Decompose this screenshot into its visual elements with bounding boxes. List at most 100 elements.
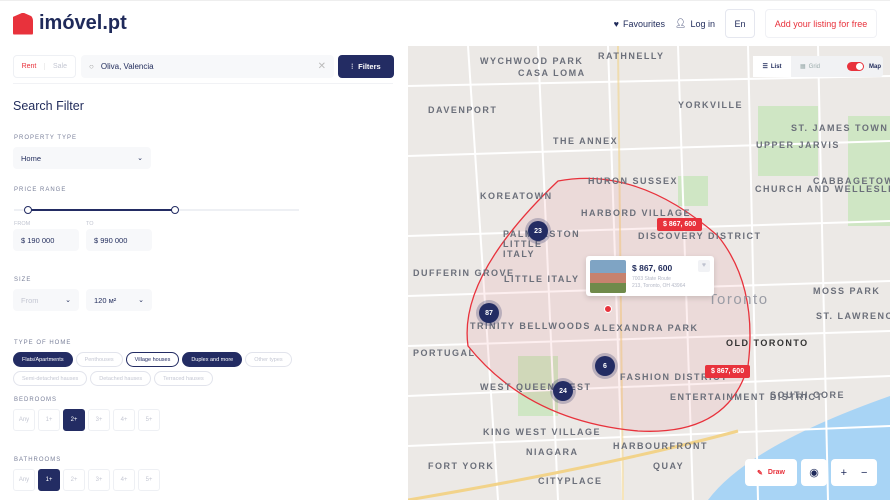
map-label: HARBOURFRONT xyxy=(613,441,708,451)
from-label: FROM xyxy=(14,221,31,227)
map-label: HURON SUSSEX xyxy=(588,176,679,186)
price-slider[interactable] xyxy=(14,206,299,214)
bedrooms-5[interactable]: 5+ xyxy=(138,409,160,431)
list-icon: ☰ xyxy=(762,64,768,70)
map-toggle[interactable] xyxy=(847,62,864,71)
bedrooms-1[interactable]: 1+ xyxy=(38,409,60,431)
listing-preview-card[interactable]: $ 867, 600 7003 State Route 213, Toronto… xyxy=(586,256,714,296)
bathrooms-5[interactable]: 5+ xyxy=(138,469,160,491)
zoom-controls: + − xyxy=(831,459,877,486)
bedrooms-3[interactable]: 3+ xyxy=(88,409,110,431)
favourite-heart-icon[interactable]: ♥ xyxy=(698,260,710,272)
map-label: DUFFERIN GROVE xyxy=(413,268,515,278)
house-logo-icon xyxy=(13,12,33,35)
map-label: RATHNELLY xyxy=(598,51,665,61)
chip-flats[interactable]: Flats/Apartments xyxy=(13,352,73,367)
chip-duplex[interactable]: Duplex and more xyxy=(182,352,243,367)
search-input[interactable]: Oliva, Valencia xyxy=(101,62,154,71)
property-type-label: PROPERTY TYPE xyxy=(14,135,78,141)
map-cluster[interactable]: 87 xyxy=(479,303,499,323)
price-slider-fill xyxy=(28,209,175,211)
add-listing-button[interactable]: Add your listing for free xyxy=(765,9,877,38)
list-view-button[interactable]: ☰ List xyxy=(753,56,791,77)
top-border xyxy=(0,0,890,1)
sale-tab[interactable]: Sale xyxy=(44,63,75,70)
price-from-input[interactable]: $ 190 000 xyxy=(13,229,79,251)
map-label: DAVENPORT xyxy=(428,105,498,115)
divider xyxy=(13,83,393,84)
brand-name: imóvel.pt xyxy=(39,12,127,34)
bathrooms-1[interactable]: 1+ xyxy=(38,469,60,491)
map-label: OLD TORONTO xyxy=(726,338,809,348)
chip-semi-detached[interactable]: Semi-detached hauses xyxy=(13,371,88,386)
map-label: CASA LOMA xyxy=(518,68,586,78)
map-label: KOREATOWN xyxy=(480,191,553,201)
map-label: LITTLE ITALY xyxy=(504,274,580,284)
rent-tab[interactable]: Rent xyxy=(14,63,44,70)
list-label: List xyxy=(770,63,782,70)
sliders-icon: ⫶ xyxy=(351,61,354,71)
map-label: ST. JAMES TOWN xyxy=(791,123,889,133)
favourites-label: Favourites xyxy=(623,18,666,29)
login-link[interactable]: 👤︎ Log in xyxy=(675,18,715,29)
bedrooms-options: Any 1+ 2+ 3+ 4+ 5+ xyxy=(13,409,160,431)
language-button[interactable]: En xyxy=(725,9,755,38)
bedrooms-2[interactable]: 2+ xyxy=(63,409,85,431)
map-label: UPPER JARVIS xyxy=(756,140,840,150)
draw-label: Draw xyxy=(767,469,785,476)
bathrooms-options: Any 1+ 2+ 3+ 4+ 5+ xyxy=(13,469,160,491)
home-type-chips-2: Semi-detached hauses Detached hauses Ter… xyxy=(13,371,213,386)
property-type-select[interactable]: Home ⌄ xyxy=(13,147,151,169)
map-cluster[interactable]: 6 xyxy=(595,356,615,376)
chip-penthouses[interactable]: Penthouses xyxy=(75,352,123,367)
map-label: KING WEST VILLAGE xyxy=(483,427,602,437)
draw-button[interactable]: ✎ Draw xyxy=(745,459,797,486)
map-view[interactable]: WYCHWOOD PARK CASA LOMA RATHNELLY DAVENP… xyxy=(408,46,890,500)
bathrooms-2[interactable]: 2+ xyxy=(63,469,85,491)
filters-button[interactable]: ⫶ Filters xyxy=(338,55,394,78)
price-marker[interactable]: $ 867, 600 xyxy=(657,218,703,231)
map-cluster[interactable]: 24 xyxy=(553,381,573,401)
price-marker[interactable]: $ 867, 600 xyxy=(705,365,751,378)
logo[interactable]: imóvel.pt xyxy=(13,12,127,35)
map-label: CABBAGETOWN xyxy=(813,176,890,186)
chip-terraced[interactable]: Terraced hauses xyxy=(154,371,213,386)
listing-address-line1: 7003 State Route xyxy=(632,275,671,282)
filter-panel: Rent Sale ○ Oliva, Valencia ✕ ⫶ Filters S… xyxy=(0,46,408,500)
grid-view-button[interactable]: ▦ Grid xyxy=(791,56,829,77)
clear-icon[interactable]: ✕ xyxy=(318,61,326,72)
bedrooms-any[interactable]: Any xyxy=(13,409,35,431)
bathrooms-4[interactable]: 4+ xyxy=(113,469,135,491)
bathrooms-3[interactable]: 3+ xyxy=(88,469,110,491)
location-pin[interactable] xyxy=(604,305,612,313)
price-min-handle[interactable] xyxy=(24,206,32,214)
size-to-select[interactable]: 120 м² ⌄ xyxy=(86,289,152,311)
location-search[interactable]: ○ Oliva, Valencia ✕ xyxy=(81,55,334,78)
size-to-value: 120 м² xyxy=(94,295,117,305)
heart-icon: ♥ xyxy=(613,18,619,29)
size-from-select[interactable]: From ⌄ xyxy=(13,289,79,311)
price-max-handle[interactable] xyxy=(171,206,179,214)
locate-button[interactable]: ◉ xyxy=(801,459,827,486)
chip-detached[interactable]: Detached hauses xyxy=(90,371,152,386)
map-label: DISCOVERY DISTRICT xyxy=(638,231,762,241)
favourites-link[interactable]: ♥ Favourites xyxy=(614,19,665,29)
map-cluster[interactable]: 23 xyxy=(528,221,548,241)
map-label: MOSS PARK xyxy=(813,286,881,296)
target-icon: ◉ xyxy=(809,467,819,479)
bedrooms-4[interactable]: 4+ xyxy=(113,409,135,431)
bathrooms-any[interactable]: Any xyxy=(13,469,35,491)
top-nav: ♥ Favourites 👤︎ Log in En Add your listing… xyxy=(614,9,877,38)
map-label: QUAY xyxy=(653,461,685,471)
zoom-out-button[interactable]: − xyxy=(861,467,867,479)
price-to-input[interactable]: $ 990 000 xyxy=(86,229,152,251)
map-label: WYCHWOOD PARK xyxy=(480,56,584,66)
bathrooms-label: BATHROOMS xyxy=(14,457,62,463)
chip-village-houses[interactable]: Village houses xyxy=(125,352,180,367)
zoom-in-button[interactable]: + xyxy=(841,467,847,479)
map-label: NIAGARA xyxy=(526,447,579,457)
chevron-down-icon: ⌄ xyxy=(65,297,71,304)
user-icon: 👤︎ xyxy=(675,18,687,28)
chip-other-types[interactable]: Other types xyxy=(245,352,292,367)
view-switcher: ☰ List ▦ Grid Map xyxy=(753,56,883,77)
